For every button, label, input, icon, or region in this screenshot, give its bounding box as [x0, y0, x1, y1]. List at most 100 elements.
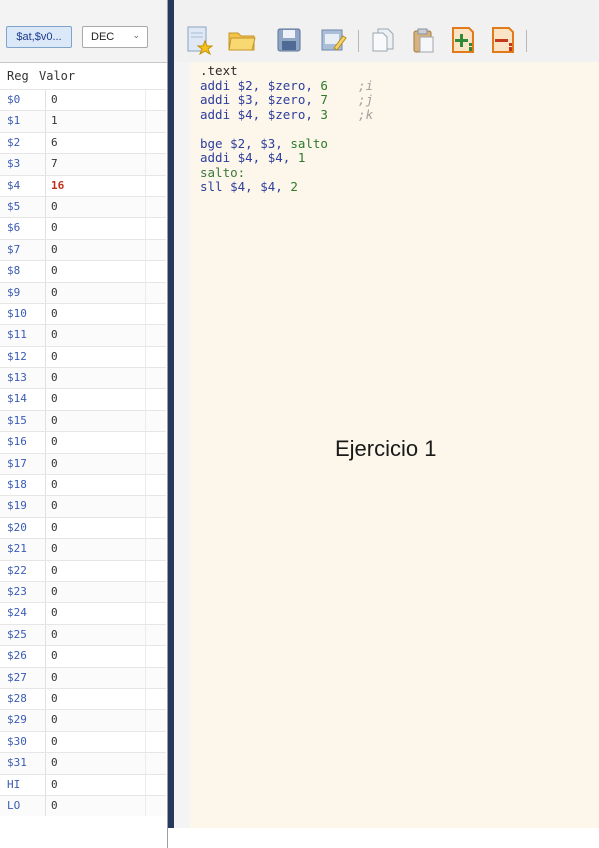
register-row[interactable]: $4 16	[0, 174, 166, 196]
register-value[interactable]: 0	[51, 478, 58, 491]
register-row[interactable]: HI 0	[0, 773, 166, 795]
register-row[interactable]: $29 0	[0, 709, 166, 731]
register-value[interactable]: 0	[51, 457, 58, 470]
register-value[interactable]: 0	[51, 564, 58, 577]
register-value[interactable]: 0	[51, 606, 58, 619]
register-row[interactable]: $22 0	[0, 559, 166, 581]
code-token: .text	[200, 63, 238, 78]
register-value[interactable]: 0	[51, 200, 58, 213]
register-row[interactable]: $8 0	[0, 260, 166, 282]
code-line[interactable]: sll $4, $4, 2	[200, 179, 373, 195]
code-line[interactable]: .text	[200, 63, 373, 79]
register-row[interactable]: $2 6	[0, 131, 166, 154]
register-value[interactable]: 0	[51, 756, 58, 769]
register-name: $31	[7, 756, 27, 770]
register-value[interactable]: 7	[51, 157, 58, 170]
code-line[interactable]: addi $4, $zero, 3 ;k	[200, 106, 373, 123]
register-row[interactable]: $0 0	[0, 89, 166, 111]
register-row[interactable]: $30 0	[0, 730, 166, 753]
register-value[interactable]: 0	[51, 799, 58, 812]
register-value[interactable]: 0	[51, 778, 58, 791]
column-divider	[45, 111, 46, 132]
register-value[interactable]: 0	[51, 221, 58, 234]
register-value[interactable]: 16	[51, 179, 64, 192]
register-value[interactable]: 0	[51, 286, 58, 299]
register-value[interactable]: 0	[51, 585, 58, 598]
open-folder-icon[interactable]	[225, 23, 259, 57]
register-value[interactable]: 0	[51, 713, 58, 726]
register-value[interactable]: 0	[51, 435, 58, 448]
register-row[interactable]: $7 0	[0, 238, 166, 261]
register-row[interactable]: $6 0	[0, 217, 166, 239]
register-row[interactable]: $25 0	[0, 623, 166, 646]
register-row[interactable]: $26 0	[0, 645, 166, 667]
code-line[interactable]: addi $4, $4, 1	[200, 150, 373, 166]
register-value[interactable]: 0	[51, 692, 58, 705]
code-text[interactable]: .text addi $2, $zero, 6 ;i addi $3, $zero,…	[200, 63, 373, 195]
code-token: 3	[320, 106, 328, 122]
register-value[interactable]: 0	[51, 243, 58, 256]
column-divider	[45, 218, 46, 239]
register-row[interactable]: $16 0	[0, 431, 166, 453]
register-row[interactable]: $15 0	[0, 409, 166, 432]
register-value[interactable]: 0	[51, 671, 58, 684]
register-value[interactable]: 0	[51, 93, 58, 106]
register-value[interactable]: 0	[51, 392, 58, 405]
edit-icon[interactable]	[316, 23, 350, 57]
register-name: $15	[7, 413, 27, 427]
code-line[interactable]: addi $2, $zero, 6 ;i	[200, 78, 373, 94]
register-value[interactable]: 0	[51, 328, 58, 341]
register-row[interactable]: $5 0	[0, 195, 166, 218]
register-row[interactable]: $13 0	[0, 367, 166, 389]
register-row[interactable]: $19 0	[0, 495, 166, 517]
register-name: $26	[7, 649, 27, 663]
register-row[interactable]: $1 1	[0, 110, 166, 132]
remove-breakpoint-icon[interactable]	[486, 23, 520, 57]
register-row[interactable]: LO 0	[0, 794, 166, 817]
register-row[interactable]: $14 0	[0, 388, 166, 410]
register-value[interactable]: 6	[51, 136, 58, 149]
register-row[interactable]: $12 0	[0, 345, 166, 368]
register-value[interactable]: 0	[51, 735, 58, 748]
register-alias-button[interactable]: $at,$v0...	[6, 26, 72, 48]
register-row[interactable]: $11 0	[0, 324, 166, 346]
register-value[interactable]: 0	[51, 649, 58, 662]
register-row[interactable]: $9 0	[0, 281, 166, 303]
register-row[interactable]: $10 0	[0, 302, 166, 325]
register-row[interactable]: $23 0	[0, 580, 166, 603]
register-row[interactable]: $27 0	[0, 666, 166, 688]
register-value[interactable]: 0	[51, 350, 58, 363]
register-row[interactable]: $28 0	[0, 687, 166, 710]
register-value[interactable]: 0	[51, 414, 58, 427]
code-line[interactable]: salto:	[200, 164, 373, 181]
code-line[interactable]: addi $3, $zero, 7 ;j	[200, 92, 373, 108]
paste-icon[interactable]	[406, 23, 440, 57]
register-row[interactable]: $21 0	[0, 538, 166, 560]
register-row[interactable]: $3 7	[0, 153, 166, 175]
toolbar-separator	[526, 30, 527, 52]
register-value[interactable]: 0	[51, 371, 58, 384]
register-value[interactable]: 0	[51, 521, 58, 534]
register-row[interactable]: $18 0	[0, 474, 166, 496]
code-token: salto:	[200, 164, 246, 180]
register-value[interactable]: 0	[51, 542, 58, 555]
register-value[interactable]: 0	[51, 307, 58, 320]
register-value[interactable]: 1	[51, 114, 58, 127]
new-file-icon[interactable]	[182, 23, 216, 57]
register-value[interactable]: 0	[51, 264, 58, 277]
register-name: $0	[7, 93, 21, 106]
copy-icon[interactable]	[366, 23, 400, 57]
save-icon[interactable]	[272, 23, 306, 57]
add-breakpoint-icon[interactable]	[446, 23, 480, 57]
register-row[interactable]: $20 0	[0, 516, 166, 539]
register-value[interactable]: 0	[51, 628, 58, 641]
code-token: addi $3, $zero,	[200, 92, 321, 107]
code-line[interactable]	[200, 122, 373, 137]
register-name: $16	[7, 435, 27, 449]
register-row[interactable]: $17 0	[0, 452, 166, 475]
register-row[interactable]: $31 0	[0, 752, 166, 774]
number-base-select[interactable]: DEC ⌄	[82, 26, 148, 48]
register-value[interactable]: 0	[51, 499, 58, 512]
code-line[interactable]: bge $2, $3, salto	[200, 136, 373, 152]
register-row[interactable]: $24 0	[0, 602, 166, 624]
